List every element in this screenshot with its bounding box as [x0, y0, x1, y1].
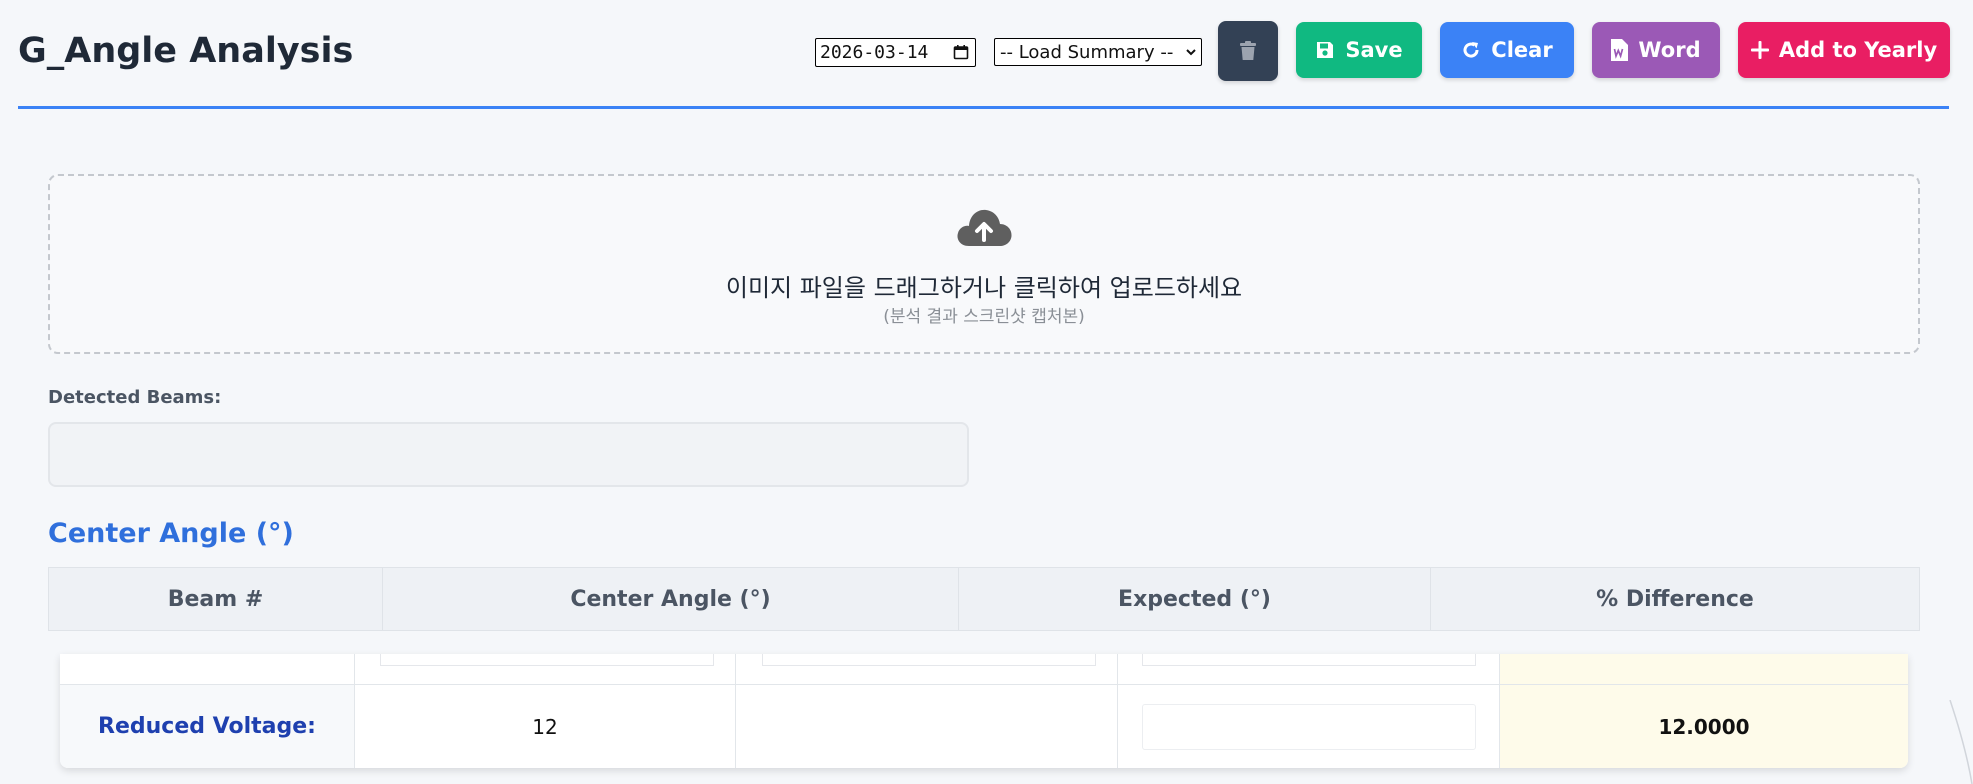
delete-button[interactable] [1218, 21, 1278, 81]
select-value: -- Load Summary -- [1000, 41, 1174, 63]
image-upload-dropzone[interactable]: 이미지 파일을 드래그하거나 클릭하여 업로드하세요 (분석 결과 스크린샷 캡… [48, 174, 1920, 354]
col-divider [736, 654, 1118, 768]
word-file-icon [1611, 39, 1629, 61]
center-angle-title: Center Angle (°) [48, 518, 294, 549]
prev-row-input[interactable] [762, 654, 1096, 666]
plus-icon [1750, 41, 1769, 59]
reduced-voltage-label: Reduced Voltage: [60, 685, 354, 768]
upload-instructions: 이미지 파일을 드래그하거나 클릭하여 업로드하세요 [725, 274, 1243, 302]
column-header-difference: % Difference [1596, 586, 1754, 612]
rotate-icon [1463, 42, 1479, 58]
column-header-expected: Expected (°) [959, 568, 1431, 630]
save-button[interactable]: Save [1296, 22, 1422, 78]
cloud-upload-icon [957, 209, 1012, 246]
upload-hint: (분석 결과 스크린샷 캡처본) [883, 307, 1085, 327]
reduced-voltage-input[interactable] [1142, 704, 1476, 750]
reduced-voltage-value[interactable]: 12 [355, 685, 735, 768]
add-to-yearly-button[interactable]: Add to Yearly [1738, 22, 1950, 78]
detected-beams-label: Detected Beams: [48, 387, 222, 408]
floppy-disk-icon [1317, 42, 1334, 58]
add-to-yearly-label: Add to Yearly [1778, 38, 1938, 62]
load-summary-select[interactable]: -- Load Summary -- [994, 38, 1202, 66]
chevron-down-icon [1186, 49, 1196, 56]
clear-label: Clear [1491, 38, 1553, 62]
date-input[interactable]: 2026-03-14 [815, 38, 976, 67]
prev-row-input[interactable] [1142, 654, 1476, 666]
center-angle-table-header: Beam # Center Angle (°) Expected (°) % D… [48, 567, 1920, 631]
prev-row-input[interactable] [380, 654, 714, 666]
save-label: Save [1345, 38, 1403, 62]
date-value: 2026-03-14 [820, 42, 929, 63]
page-header: G_Angle Analysis 2026-03-14 -- Load Summ… [18, 0, 1950, 109]
reduced-voltage-difference: 12.0000 [1658, 714, 1750, 739]
column-header-beam: Beam # [49, 568, 383, 630]
reduced-voltage-card: Reduced Voltage: 12 12.0000 [60, 654, 1908, 768]
detected-beams-field[interactable] [48, 422, 969, 487]
word-label: Word [1638, 38, 1701, 62]
word-export-button[interactable]: Word [1592, 22, 1720, 78]
calendar-icon [953, 45, 969, 60]
trash-icon [1240, 41, 1256, 60]
clear-button[interactable]: Clear [1440, 22, 1574, 78]
scroll-edge-curve [1949, 700, 1973, 784]
column-header-center-angle: Center Angle (°) [383, 568, 959, 630]
page-title: G_Angle Analysis [18, 31, 354, 71]
